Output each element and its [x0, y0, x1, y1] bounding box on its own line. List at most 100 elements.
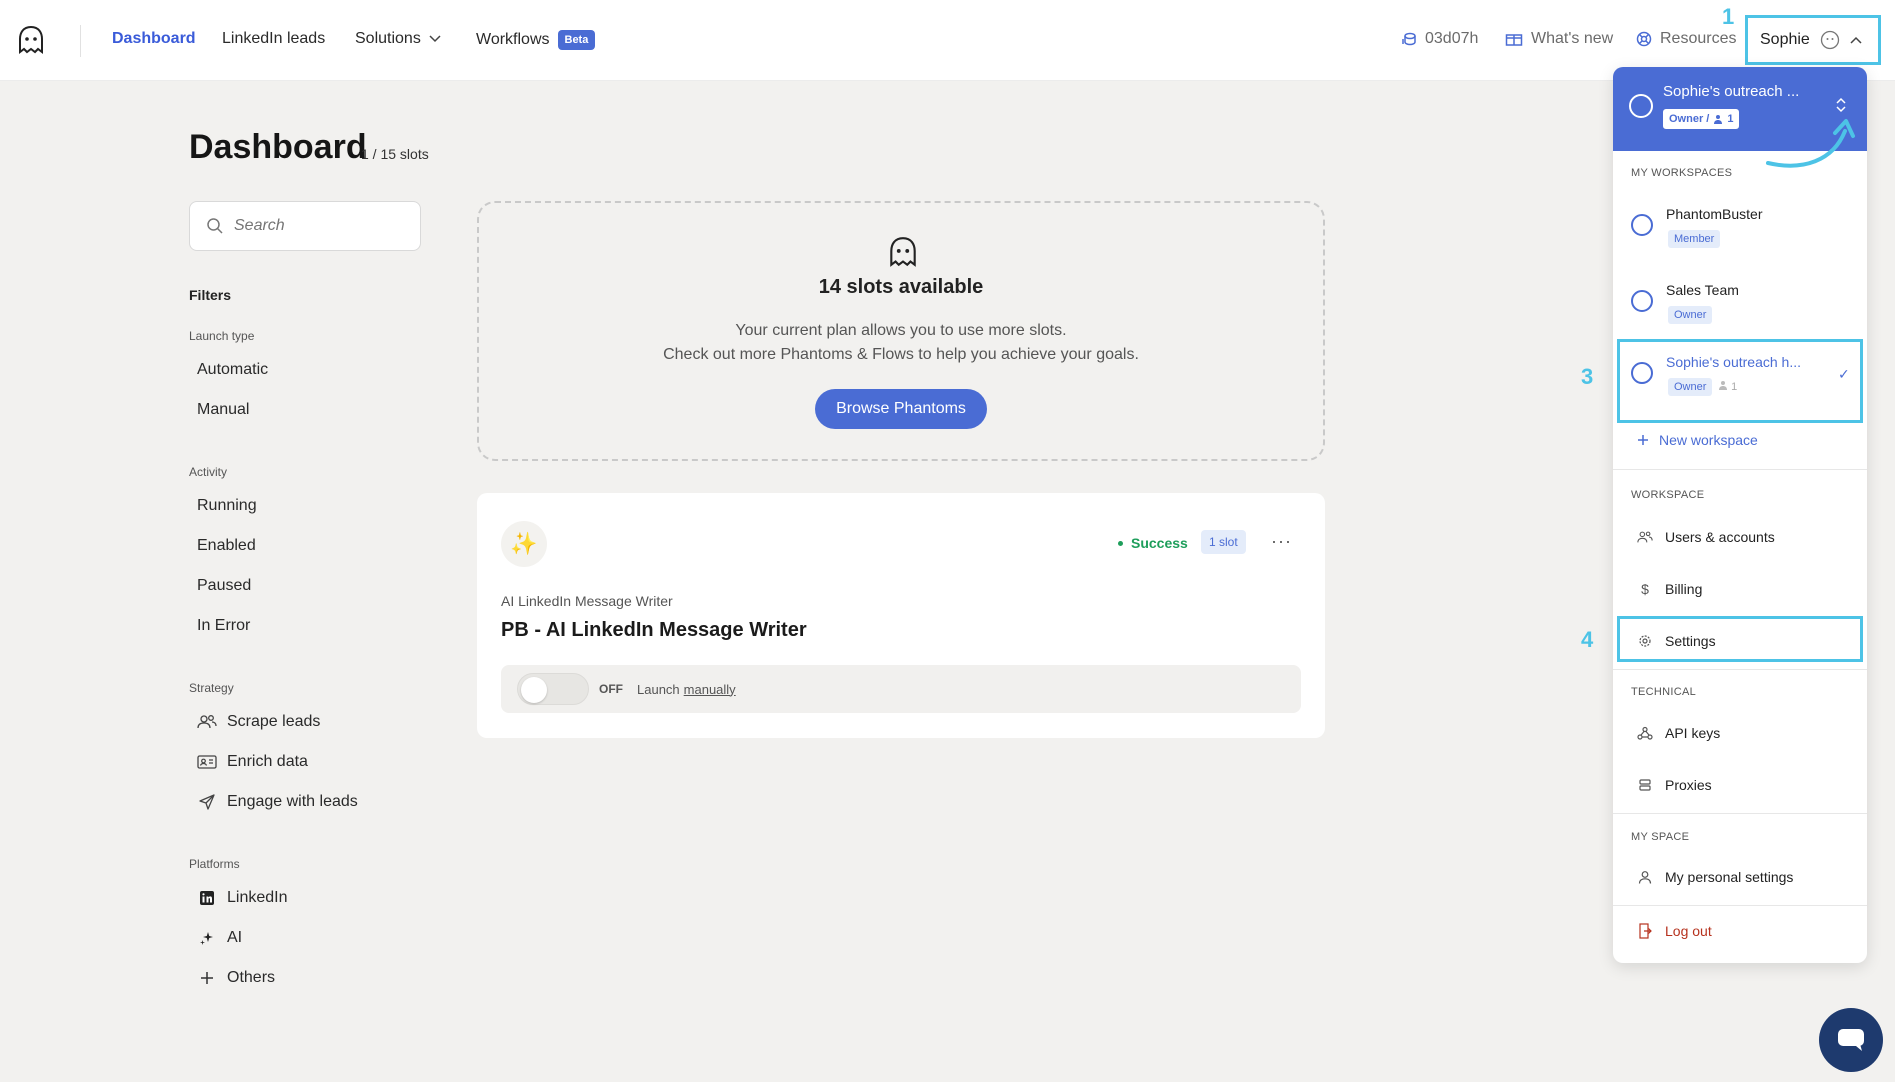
search-input[interactable] [234, 217, 404, 235]
nav-dashboard-label: Dashboard [112, 30, 196, 47]
more-options-button[interactable]: ··· [1271, 531, 1292, 552]
proxies-item[interactable]: Proxies [1637, 777, 1712, 793]
workspace-item-sales-team[interactable]: Sales Team Owner [1613, 268, 1867, 336]
filter-enrich-data[interactable]: Enrich data [197, 752, 308, 772]
workspace-members-number: 1 [1731, 381, 1738, 393]
filter-manual-label: Manual [197, 401, 250, 418]
workspace-dropdown: Sophie's outreach ... Owner / 1 MY WORKS… [1613, 67, 1867, 963]
user-menu-button[interactable]: Sophie [1745, 15, 1881, 65]
filter-engage-leads-label: Engage with leads [227, 793, 358, 810]
users-icon [197, 712, 217, 732]
coins-icon [1402, 32, 1416, 46]
toggle-knob [521, 677, 547, 703]
divider [1613, 905, 1867, 906]
filter-others-label: Others [227, 969, 276, 986]
api-keys-label: API keys [1665, 725, 1721, 741]
phantombuster-logo[interactable] [16, 24, 46, 56]
workspace-section-label: WORKSPACE [1631, 489, 1705, 501]
user-name: Sophie [1760, 31, 1810, 48]
phantom-name[interactable]: PB - AI LinkedIn Message Writer [501, 619, 807, 642]
search-box[interactable] [189, 201, 421, 251]
filter-scrape-leads-label: Scrape leads [227, 713, 321, 730]
my-workspaces-label: MY WORKSPACES [1631, 167, 1733, 179]
filter-paused-label: Paused [197, 577, 252, 594]
nav-solutions[interactable]: Solutions [355, 30, 441, 48]
check-icon: ✓ [1838, 366, 1850, 382]
settings-item[interactable]: Settings [1637, 633, 1716, 649]
strategy-label: Strategy [189, 681, 234, 695]
logout-item[interactable]: Log out [1637, 923, 1712, 939]
server-icon [1637, 777, 1653, 793]
api-keys-item[interactable]: API keys [1637, 725, 1720, 741]
workspace-avatar [1631, 290, 1653, 312]
workspace-avatar [1631, 214, 1653, 236]
resources-button[interactable]: Resources [1636, 30, 1736, 48]
filter-enabled[interactable]: Enabled [197, 537, 256, 555]
slots-count: 1 / 15 slots [361, 146, 429, 162]
current-members-count: 1 [1727, 113, 1734, 125]
time-remaining[interactable]: 03d07h [1401, 30, 1478, 48]
filter-running[interactable]: Running [197, 497, 257, 515]
filter-automatic[interactable]: Automatic [197, 361, 268, 379]
time-remaining-label: 03d07h [1425, 30, 1479, 47]
search-icon [207, 218, 223, 234]
current-workspace-name: Sophie's outreach ... [1663, 83, 1800, 100]
launch-toggle[interactable] [517, 673, 589, 705]
chat-support-button[interactable] [1819, 1008, 1883, 1072]
whats-new-button[interactable]: What's new [1505, 30, 1613, 48]
phantom-type: AI LinkedIn Message Writer [501, 593, 673, 609]
filter-running-label: Running [197, 497, 257, 514]
slots-available-title: 14 slots available [818, 276, 984, 298]
workspace-item-sophies-outreach[interactable]: Sophie's outreach h... Owner 1 ✓ [1617, 339, 1863, 423]
slots-description: Your current plan allows you to use more… [479, 319, 1323, 367]
user-icon [1719, 381, 1727, 390]
step-marker-1: 1 [1722, 4, 1735, 29]
filter-in-error-label: In Error [197, 617, 251, 634]
divider [1613, 813, 1867, 814]
step-marker-3: 3 [1581, 364, 1594, 389]
gear-icon [1637, 633, 1653, 649]
webhook-icon [1637, 725, 1653, 741]
filter-enabled-label: Enabled [197, 537, 256, 554]
available-slots-card: 14 slots available Your current plan all… [477, 201, 1325, 461]
new-workspace-button[interactable]: New workspace [1637, 432, 1758, 448]
workspace-role: Owner [1668, 306, 1713, 324]
filter-in-error[interactable]: In Error [197, 617, 250, 635]
my-space-section-label: MY SPACE [1631, 831, 1690, 843]
linkedin-icon [197, 888, 217, 908]
whats-new-label: What's new [1531, 30, 1614, 47]
ghost-icon [890, 237, 916, 267]
workspace-item-phantombuster[interactable]: PhantomBuster Member [1613, 192, 1867, 260]
activity-label: Activity [189, 465, 228, 479]
browse-phantoms-button[interactable]: Browse Phantoms [815, 389, 987, 429]
nav-dashboard[interactable]: Dashboard [112, 30, 196, 48]
id-card-icon [197, 752, 217, 772]
filter-linkedin[interactable]: LinkedIn [197, 888, 288, 908]
lifebuoy-icon [1636, 31, 1652, 47]
billing-item[interactable]: $ Billing [1637, 581, 1702, 597]
launch-bar: OFF Launch manually [501, 665, 1301, 713]
workspace-name: PhantomBuster [1666, 206, 1763, 222]
filters-title: Filters [189, 287, 232, 303]
filter-scrape-leads[interactable]: Scrape leads [197, 712, 320, 732]
personal-settings-item[interactable]: My personal settings [1637, 869, 1793, 885]
filter-ai[interactable]: AI [197, 928, 242, 948]
filter-manual[interactable]: Manual [197, 401, 249, 419]
launch-mode-link[interactable]: manually [684, 682, 736, 697]
filter-others[interactable]: Others [197, 968, 275, 988]
chevron-down-icon [429, 35, 441, 43]
slot-badge: 1 slot [1201, 530, 1246, 554]
nav-linkedin-leads[interactable]: LinkedIn leads [222, 30, 325, 48]
nav-workflows[interactable]: Workflows Beta [476, 30, 596, 50]
nav-workflows-label: Workflows [476, 31, 550, 48]
filter-engage-leads[interactable]: Engage with leads [197, 792, 358, 812]
technical-section-label: TECHNICAL [1631, 686, 1697, 698]
nav-linkedin-leads-label: LinkedIn leads [222, 30, 326, 47]
page-title: Dashboard [189, 128, 367, 166]
users-accounts-item[interactable]: Users & accounts [1637, 529, 1775, 545]
toggle-state-label: OFF [599, 682, 623, 696]
current-role-label: Owner / [1669, 113, 1710, 125]
phantom-card[interactable]: ✨ Success 1 slot ··· AI LinkedIn Message… [477, 493, 1325, 738]
launch-prefix: Launch [637, 681, 680, 697]
filter-paused[interactable]: Paused [197, 577, 251, 595]
